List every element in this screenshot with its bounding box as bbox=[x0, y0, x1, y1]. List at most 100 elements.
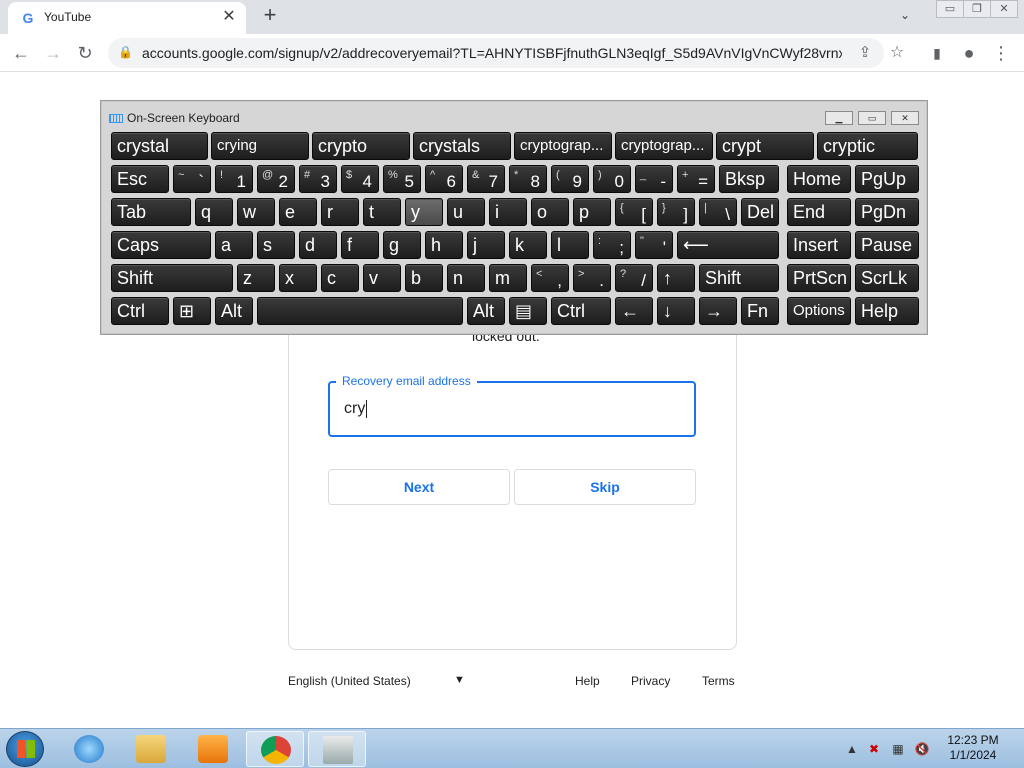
key-q[interactable]: q bbox=[195, 198, 233, 226]
key-s[interactable]: s bbox=[257, 231, 295, 259]
right-shift-key[interactable]: Shift bbox=[699, 264, 779, 292]
key-o[interactable]: o bbox=[531, 198, 569, 226]
comma-key[interactable]: <, bbox=[531, 264, 569, 292]
network-icon[interactable]: ▦ bbox=[890, 742, 906, 756]
skip-button[interactable]: Skip bbox=[514, 469, 696, 505]
address-bar[interactable]: 🔒 accounts.google.com/signup/v2/addrecov… bbox=[108, 38, 884, 68]
next-button[interactable]: Next bbox=[328, 469, 510, 505]
key-x[interactable]: x bbox=[279, 264, 317, 292]
minimize-button[interactable]: ▭ bbox=[936, 0, 964, 18]
key-a[interactable]: a bbox=[215, 231, 253, 259]
suggestion-key[interactable]: cryptograp... bbox=[514, 132, 612, 160]
caps-key[interactable]: Caps bbox=[111, 231, 211, 259]
taskbar-ie[interactable] bbox=[60, 731, 118, 767]
key-u[interactable]: u bbox=[447, 198, 485, 226]
suggestion-key[interactable]: cryptic bbox=[817, 132, 918, 160]
taskbar-osk[interactable] bbox=[308, 731, 366, 767]
key-p[interactable]: p bbox=[573, 198, 611, 226]
key-7[interactable]: & 7 bbox=[467, 165, 505, 193]
side-panel-icon[interactable]: ▮ bbox=[926, 42, 948, 64]
action-center-icon[interactable]: ✖ bbox=[866, 742, 882, 756]
del-key[interactable]: Del bbox=[741, 198, 779, 226]
windows-key[interactable]: ⊞ bbox=[173, 297, 211, 325]
key-n[interactable]: n bbox=[447, 264, 485, 292]
key-3[interactable]: #3 bbox=[299, 165, 337, 193]
options-key[interactable]: Options bbox=[787, 297, 851, 325]
start-button[interactable] bbox=[6, 731, 44, 767]
key-e[interactable]: e bbox=[279, 198, 317, 226]
pgdn-key[interactable]: PgDn bbox=[855, 198, 919, 226]
chevron-down-icon[interactable]: ▼ bbox=[454, 674, 465, 686]
url-text[interactable]: accounts.google.com/signup/v2/addrecover… bbox=[142, 45, 842, 61]
key-r[interactable]: r bbox=[321, 198, 359, 226]
key-f[interactable]: f bbox=[341, 231, 379, 259]
minus-key[interactable]: _ - bbox=[635, 165, 673, 193]
key-b[interactable]: b bbox=[405, 264, 443, 292]
prtscn-key[interactable]: PrtScn bbox=[787, 264, 851, 292]
semicolon-key[interactable]: :; bbox=[593, 231, 631, 259]
menu-kebab-icon[interactable]: ⋮ bbox=[990, 42, 1012, 64]
restore-button[interactable]: ❐ bbox=[963, 0, 991, 18]
key-0[interactable]: ) 0 bbox=[593, 165, 631, 193]
key-1[interactable]: ! 1 bbox=[215, 165, 253, 193]
esc-key[interactable]: Esc bbox=[111, 165, 169, 193]
key-t[interactable]: t bbox=[363, 198, 401, 226]
key-2[interactable]: @2 bbox=[257, 165, 295, 193]
suggestion-key[interactable]: crystals bbox=[413, 132, 511, 160]
key-y[interactable]: y bbox=[405, 198, 443, 226]
taskbar-explorer[interactable] bbox=[122, 731, 180, 767]
pgup-key[interactable]: PgUp bbox=[855, 165, 919, 193]
quote-key[interactable]: " ' bbox=[635, 231, 673, 259]
menu-key[interactable]: ▤ bbox=[509, 297, 547, 325]
key-9[interactable]: (9 bbox=[551, 165, 589, 193]
share-icon[interactable]: ⇪ bbox=[854, 42, 876, 64]
suggestion-key[interactable]: crying bbox=[211, 132, 309, 160]
tab-key[interactable]: Tab bbox=[111, 198, 191, 226]
arrow-down-key[interactable]: ↓ bbox=[657, 297, 695, 325]
left-alt-key[interactable]: Alt bbox=[215, 297, 253, 325]
taskbar-chrome[interactable] bbox=[246, 731, 304, 767]
key-d[interactable]: d bbox=[299, 231, 337, 259]
key-l[interactable]: l bbox=[551, 231, 589, 259]
language-select[interactable]: English (United States) bbox=[288, 674, 411, 688]
suggestion-key[interactable]: crypto bbox=[312, 132, 410, 160]
clock[interactable]: 12:23 PM 1/1/2024 bbox=[938, 733, 1008, 763]
bookmark-star-icon[interactable]: ☆ bbox=[886, 42, 908, 64]
key-z[interactable]: z bbox=[237, 264, 275, 292]
footer-privacy-link[interactable]: Privacy bbox=[631, 674, 670, 688]
key-k[interactable]: k bbox=[509, 231, 547, 259]
osk-minimize-button[interactable]: ▁ bbox=[825, 111, 853, 125]
key-6[interactable]: ^ 6 bbox=[425, 165, 463, 193]
arrow-right-key[interactable]: → bbox=[699, 297, 737, 325]
pause-key[interactable]: Pause bbox=[855, 231, 919, 259]
footer-help-link[interactable]: Help bbox=[575, 674, 600, 688]
key-j[interactable]: j bbox=[467, 231, 505, 259]
forward-icon[interactable]: → bbox=[42, 42, 64, 64]
taskbar-media-player[interactable] bbox=[184, 731, 242, 767]
key-h[interactable]: h bbox=[425, 231, 463, 259]
help-key[interactable]: Help bbox=[855, 297, 919, 325]
osk-close-button[interactable]: ✕ bbox=[891, 111, 919, 125]
end-key[interactable]: End bbox=[787, 198, 851, 226]
close-window-button[interactable]: ✕ bbox=[990, 0, 1018, 18]
right-alt-key[interactable]: Alt bbox=[467, 297, 505, 325]
fn-key[interactable]: Fn bbox=[741, 297, 779, 325]
left-ctrl-key[interactable]: Ctrl bbox=[111, 297, 169, 325]
key-5[interactable]: % 5 bbox=[383, 165, 421, 193]
suggestion-key[interactable]: crypt bbox=[716, 132, 814, 160]
suggestion-key[interactable]: crystal bbox=[111, 132, 208, 160]
backspace-key[interactable]: Bksp bbox=[719, 165, 779, 193]
tab-close-icon[interactable]: ✕ bbox=[220, 8, 238, 26]
profile-avatar-icon[interactable]: ● bbox=[958, 42, 980, 64]
recovery-email-field[interactable] bbox=[328, 381, 696, 437]
key-4[interactable]: $4 bbox=[341, 165, 379, 193]
period-key[interactable]: >. bbox=[573, 264, 611, 292]
key-v[interactable]: v bbox=[363, 264, 401, 292]
backslash-key[interactable]: | \ bbox=[699, 198, 737, 226]
equals-key[interactable]: + = bbox=[677, 165, 715, 193]
suggestion-key[interactable]: cryptograp... bbox=[615, 132, 713, 160]
key-m[interactable]: m bbox=[489, 264, 527, 292]
left-shift-key[interactable]: Shift bbox=[111, 264, 233, 292]
key-c[interactable]: c bbox=[321, 264, 359, 292]
enter-key[interactable]: ⟵ bbox=[677, 231, 779, 259]
